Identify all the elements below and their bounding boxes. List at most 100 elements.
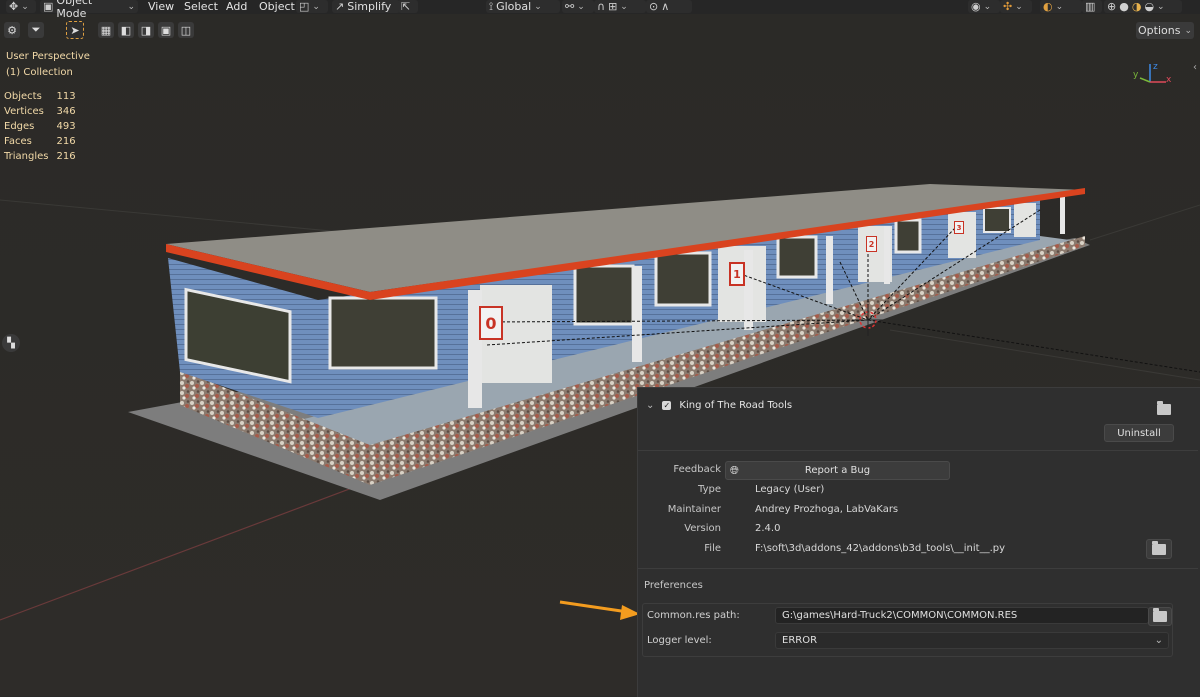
mode-dropdown[interactable]: ▣ Object Mode ⌄ [40,0,138,20]
stat-row: Objects 113 [4,89,84,104]
door-sign-3: 3 [954,221,964,234]
preferences-title: Preferences [644,580,703,591]
maintainer-value: Andrey Prozhoga, LabVaKars [755,504,899,515]
gizmo-x-label: x [1166,75,1172,85]
options-dropdown[interactable]: Options ⌄ [1136,22,1194,39]
simplify-label: Simplify [347,0,392,13]
sidebar-toggle-icon[interactable]: ‹ [1193,62,1197,73]
addon-header[interactable]: ⌄ ✓ King of The Road Tools [646,400,792,411]
transform-orientation-dropdown[interactable]: ⟟ Global ⌄ [486,0,560,13]
chevron-down-icon: ⌄ [127,1,135,12]
gizmo-icon: ✣ [1003,0,1013,13]
tool-settings-bar: ⚙ ⏷ [4,20,44,40]
type-label: Type [698,484,721,495]
select-extend-icon[interactable]: ◧ [118,22,134,38]
door-sign-1: 1 [729,262,745,286]
door-sign-0: 0 [479,306,503,340]
move-icon: ✥ [9,0,19,13]
stat-value: 216 [56,136,76,147]
folder-icon [1152,540,1166,555]
addon-enabled-checkbox[interactable]: ✓ [662,401,672,410]
select-subtract-icon[interactable]: ◨ [138,22,154,38]
proportional-edit-toggle[interactable]: ⊙ ∧ [646,0,692,13]
logger-level-value: ERROR [782,635,818,646]
common-res-label: Common.res path: [647,610,740,621]
select-new-icon[interactable]: ▦ [98,22,114,38]
select-tools: ➤ ▦ ◧ ◨ ▣ ◫ [66,20,194,40]
stat-label: Vertices [4,106,44,117]
file-value: F:\soft\3d\addons_42\addons\b3d_tools\__… [755,543,1006,554]
snap-dropdown[interactable]: ◰ ⌄ [296,0,328,13]
divider [638,568,1198,569]
chevron-down-icon: ⌄ [1055,1,1064,12]
visibility-dropdown[interactable]: ◉ ⌄ [968,0,1000,13]
chevron-down-icon: ⌄ [1154,635,1163,646]
select-tool-icon[interactable]: ➤ [66,21,84,39]
material-shading-icon[interactable]: ◑ [1132,0,1142,13]
link-icon: ⚯ [565,0,575,13]
chevron-down-icon: ⌄ [1157,1,1165,12]
menu-select[interactable]: Select [184,0,218,13]
cube-icon: ▣ [43,0,54,13]
view-name: User Perspective [6,51,90,62]
wireframe-shading-icon[interactable]: ⊕ [1107,0,1116,13]
overlays-toggle[interactable]: ◐ ⌄ [1040,0,1082,13]
stat-label: Faces [4,136,32,147]
version-value: 2.4.0 [755,523,781,534]
menu-add[interactable]: Add [226,0,247,13]
select-invert-icon[interactable]: ▣ [158,22,174,38]
cursor-tool-icon: ⇱ [401,0,411,13]
proportional-icon: ⊙ [649,0,659,13]
file-label: File [704,543,721,554]
gizmo-z-label: z [1153,62,1158,72]
chevron-down-icon: ⌄ [620,1,628,12]
simplify-button[interactable]: ↗ Simplify [332,0,400,13]
browse-path-button[interactable] [1148,607,1172,626]
menu-view[interactable]: View [148,0,174,13]
mesh-icon: ◰ [299,0,310,13]
chevron-down-icon: ⌄ [1184,25,1192,36]
stat-row: Edges 493 [4,119,84,134]
xray-icon: ▥ [1085,0,1096,13]
version-label: Version [684,523,721,534]
stat-value: 216 [56,151,76,162]
stat-row: Vertices 346 [4,104,84,119]
xray-toggle[interactable]: ▥ [1082,0,1102,13]
axis-icon: ⟟ [489,0,494,13]
door-sign-2: 2 [866,236,877,252]
chevron-down-icon: ⌄ [1015,1,1023,12]
solid-shading-icon[interactable]: ● [1119,0,1129,13]
addon-preferences-panel: ⌄ ✓ King of The Road Tools Uninstall Fee… [637,387,1200,697]
gear-icon[interactable]: ⚙ [4,22,20,38]
editor-type-button[interactable]: ✥ ⌄ [6,0,36,13]
filter-icon[interactable]: ⏷ [28,22,44,38]
logger-level-label: Logger level: [647,635,712,646]
stat-value: 346 [56,106,76,117]
feedback-label: Feedback [673,464,721,475]
chevron-down-icon[interactable]: ⌄ [646,400,654,411]
stat-label: Triangles [4,151,49,162]
gizmo-toggle[interactable]: ✣ ⌄ [1000,0,1032,13]
open-folder-button[interactable] [1146,539,1172,559]
clapperboard-icon[interactable]: ▚ [2,334,20,352]
folder-icon[interactable] [1157,401,1171,415]
uninstall-button[interactable]: Uninstall [1104,424,1174,442]
shading-mode-buttons[interactable]: ⊕ ● ◑ ◒ ⌄ [1104,0,1182,13]
stat-row: Faces 216 [4,134,84,149]
select-intersect-icon[interactable]: ◫ [178,22,194,38]
pivot-dropdown[interactable]: ⚯ ⌄ [562,0,594,13]
stat-value: 113 [56,91,76,102]
snapping-toggle[interactable]: ∩ ⊞ ⌄ [594,0,646,13]
menu-object[interactable]: Object [259,0,295,13]
extra-tool-button[interactable]: ⇱ [398,0,418,13]
overlays-icon: ◐ [1043,0,1053,13]
chevron-down-icon: ⌄ [577,1,585,12]
rendered-shading-icon[interactable]: ◒ [1144,0,1154,13]
logger-level-dropdown[interactable]: ERROR ⌄ [775,632,1169,649]
type-value: Legacy (User) [755,484,825,495]
navigation-gizmo[interactable]: y x z [1128,62,1174,86]
stat-row: Triangles 216 [4,149,84,164]
chevron-down-icon: ⌄ [534,1,542,12]
report-bug-button[interactable]: 🌐︎ Report a Bug [725,461,950,480]
common-res-path-field[interactable]: G:\games\Hard-Truck2\COMMON\COMMON.RES [775,607,1149,624]
